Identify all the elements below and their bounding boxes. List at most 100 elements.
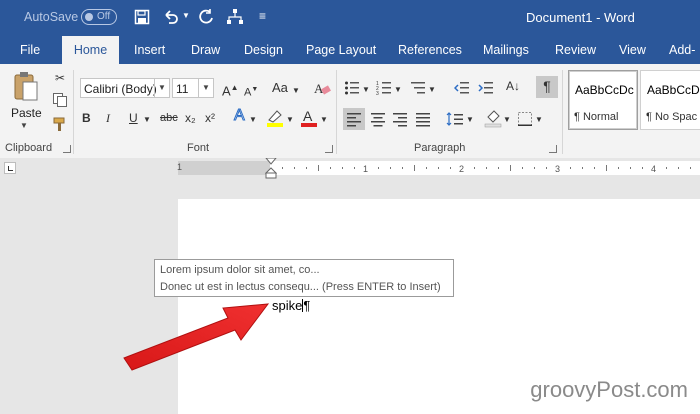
format-painter-icon[interactable] bbox=[52, 116, 68, 132]
multilevel-dropdown-icon[interactable]: ▼ bbox=[428, 82, 436, 98]
multilevel-list-icon[interactable] bbox=[410, 80, 426, 96]
font-size-dropdown-icon[interactable]: ▼ bbox=[198, 79, 213, 97]
tab-insert[interactable]: Insert bbox=[134, 36, 165, 64]
font-size-value: 11 bbox=[176, 82, 189, 96]
tab-page-layout[interactable]: Page Layout bbox=[306, 36, 376, 64]
svg-text:3: 3 bbox=[376, 91, 379, 96]
ruler-tick bbox=[678, 167, 679, 169]
ruler-tick bbox=[546, 167, 547, 169]
indent-markers[interactable] bbox=[265, 158, 277, 180]
ruler-tick bbox=[690, 167, 691, 169]
decrease-indent-icon[interactable] bbox=[454, 80, 470, 96]
tab-selector[interactable] bbox=[4, 162, 16, 174]
change-case-button[interactable]: Aa bbox=[272, 80, 288, 96]
shading-dropdown-icon[interactable]: ▼ bbox=[503, 112, 511, 128]
undo-dropdown-icon[interactable]: ▼ bbox=[182, 11, 190, 20]
tab-file[interactable]: File bbox=[20, 36, 40, 64]
tab-add-ins[interactable]: Add- bbox=[669, 36, 695, 64]
ruler-tick bbox=[330, 167, 331, 169]
font-name-box[interactable]: Calibri (Body) ▼ bbox=[80, 78, 170, 98]
ruler-tick bbox=[402, 167, 403, 169]
bullets-dropdown-icon[interactable]: ▼ bbox=[362, 82, 370, 98]
align-center-icon[interactable] bbox=[370, 111, 386, 127]
paste-dropdown-icon[interactable]: ▼ bbox=[20, 121, 28, 130]
tab-mailings[interactable]: Mailings bbox=[483, 36, 529, 64]
font-color-dropdown-icon[interactable]: ▼ bbox=[320, 112, 328, 128]
customize-toolbar-icon[interactable]: ≡ bbox=[259, 9, 266, 23]
ruler-tick bbox=[486, 167, 487, 169]
redo-icon[interactable] bbox=[197, 8, 215, 26]
bold-button[interactable]: B bbox=[82, 110, 91, 126]
tab-draw[interactable]: Draw bbox=[191, 36, 220, 64]
line-spacing-dropdown-icon[interactable]: ▼ bbox=[466, 112, 474, 128]
highlight-icon[interactable] bbox=[266, 108, 284, 128]
autosave-state: Off bbox=[97, 11, 111, 22]
ruler-tick bbox=[390, 167, 391, 169]
cut-icon[interactable]: ✂ bbox=[52, 70, 68, 86]
ruler-number: 3 bbox=[555, 164, 560, 174]
ruler-tick bbox=[570, 167, 571, 169]
borders-dropdown-icon[interactable]: ▼ bbox=[535, 112, 543, 128]
shading-icon[interactable] bbox=[484, 108, 502, 128]
line-spacing-icon[interactable] bbox=[446, 111, 464, 127]
subscript-button[interactable]: x₂ bbox=[185, 110, 196, 126]
numbering-icon[interactable]: 1 2 3 bbox=[376, 80, 392, 96]
ruler-tick bbox=[378, 167, 379, 169]
style-normal[interactable]: AaBbCcDc ¶ Normal bbox=[568, 70, 638, 130]
tab-review[interactable]: Review bbox=[555, 36, 596, 64]
horizontal-ruler[interactable]: 1 2 3 4 bbox=[270, 161, 700, 175]
autosave-toggle[interactable]: Off bbox=[81, 9, 117, 25]
numbering-dropdown-icon[interactable]: ▼ bbox=[394, 82, 402, 98]
align-left-button[interactable] bbox=[343, 108, 365, 130]
ruler-tick bbox=[666, 167, 667, 169]
italic-button[interactable]: I bbox=[106, 110, 110, 126]
copy-icon[interactable] bbox=[52, 92, 68, 108]
tab-references[interactable]: References bbox=[398, 36, 462, 64]
underline-dropdown-icon[interactable]: ▼ bbox=[143, 112, 151, 128]
justify-icon[interactable] bbox=[415, 111, 431, 127]
sort-icon[interactable]: A↓ bbox=[506, 78, 520, 94]
tab-view[interactable]: View bbox=[619, 36, 646, 64]
superscript-button[interactable]: x² bbox=[205, 110, 215, 126]
ruler-tick bbox=[534, 167, 535, 169]
highlight-dropdown-icon[interactable]: ▼ bbox=[286, 112, 294, 128]
text-effects-icon[interactable]: A bbox=[234, 107, 246, 124]
paragraph-launcher-icon[interactable] bbox=[549, 145, 557, 153]
increase-indent-icon[interactable] bbox=[478, 80, 494, 96]
ruler-tick bbox=[474, 167, 475, 169]
save-icon[interactable] bbox=[134, 9, 150, 25]
shrink-font-icon[interactable]: A▼ bbox=[244, 82, 258, 101]
grow-font-icon[interactable]: A▲ bbox=[222, 80, 239, 99]
ruler-tick bbox=[606, 165, 607, 171]
change-case-dropdown-icon[interactable]: ▼ bbox=[292, 83, 300, 99]
tab-design[interactable]: Design bbox=[244, 36, 283, 64]
ruler-tick bbox=[618, 167, 619, 169]
ruler-tick bbox=[342, 167, 343, 169]
font-launcher-icon[interactable] bbox=[325, 145, 333, 153]
show-hide-button[interactable]: ¶ bbox=[536, 76, 558, 98]
strikethrough-button[interactable]: abc bbox=[160, 110, 178, 126]
style-no-spacing[interactable]: AaBbCcDc ¶ No Spac bbox=[640, 70, 700, 130]
paragraph-mark: ¶ bbox=[303, 298, 311, 313]
bullets-icon[interactable] bbox=[344, 80, 360, 96]
ruler-area: 1 2 3 4 1 bbox=[0, 158, 700, 180]
paste-label[interactable]: Paste bbox=[11, 106, 42, 120]
font-color-icon[interactable]: A bbox=[300, 108, 318, 128]
ruler-number: 1 bbox=[363, 164, 368, 174]
organization-icon[interactable] bbox=[226, 8, 244, 26]
style-name: ¶ Normal bbox=[574, 111, 619, 123]
ruler-tick bbox=[354, 167, 355, 169]
tab-home[interactable]: Home bbox=[62, 36, 119, 64]
borders-icon[interactable] bbox=[517, 111, 533, 127]
svg-text:A: A bbox=[314, 81, 324, 96]
ruler-tick bbox=[282, 167, 283, 169]
clear-formatting-icon[interactable]: A bbox=[313, 80, 331, 96]
underline-button[interactable]: U bbox=[129, 110, 138, 126]
undo-icon[interactable] bbox=[162, 8, 180, 26]
text-effects-dropdown-icon[interactable]: ▼ bbox=[249, 112, 257, 128]
font-size-box[interactable]: 11 ▼ bbox=[172, 78, 214, 98]
align-right-icon[interactable] bbox=[392, 111, 408, 127]
clipboard-launcher-icon[interactable] bbox=[63, 145, 71, 153]
font-name-dropdown-icon[interactable]: ▼ bbox=[154, 79, 169, 97]
paste-icon[interactable] bbox=[12, 70, 40, 104]
